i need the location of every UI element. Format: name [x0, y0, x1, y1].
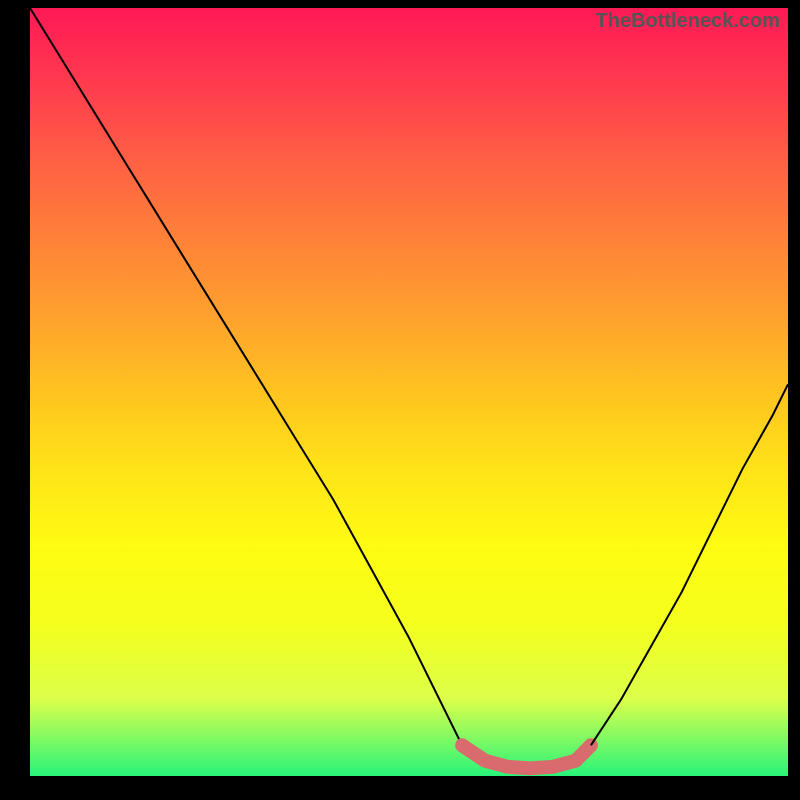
curve-trough — [462, 745, 591, 768]
plot-area — [30, 8, 788, 776]
chart-svg — [30, 8, 788, 776]
curve-left — [30, 8, 462, 745]
watermark-text: TheBottleneck.com — [596, 10, 780, 33]
chart-container: TheBottleneck.com — [0, 0, 800, 800]
curve-right — [591, 384, 788, 745]
